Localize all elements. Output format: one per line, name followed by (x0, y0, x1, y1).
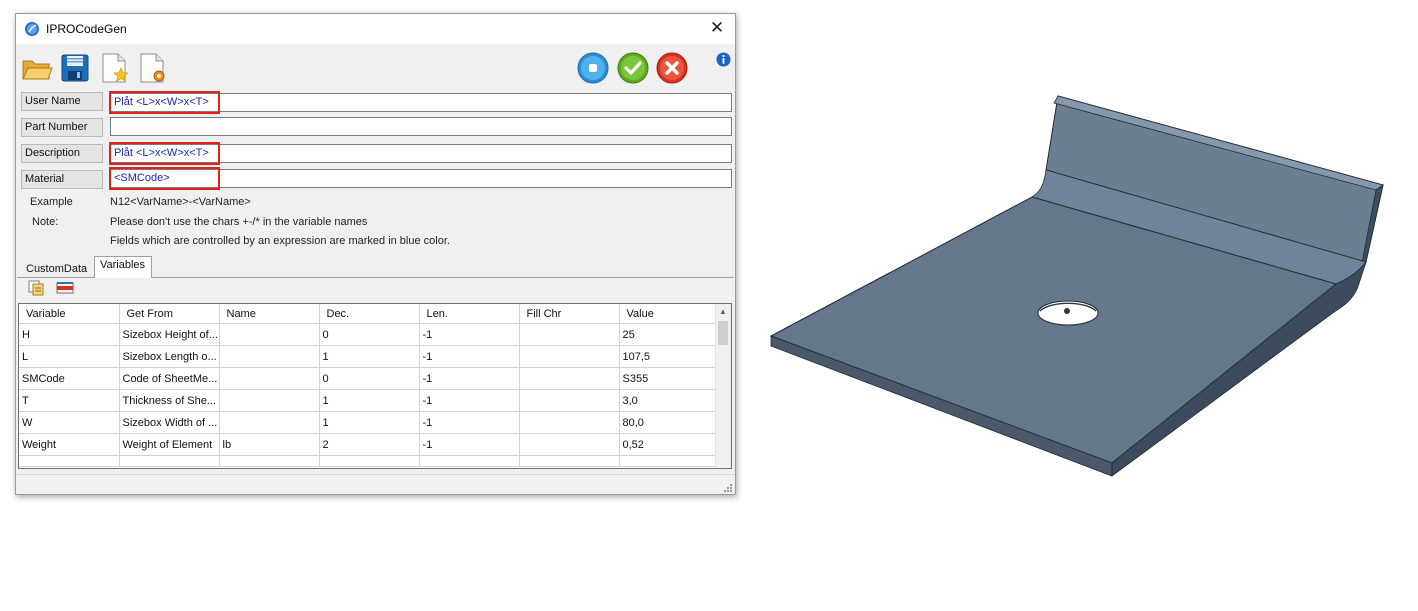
table-row[interactable]: T Thickness of She... 1 -1 3,0 (19, 389, 717, 412)
sheet-metal-part-3d-view (769, 95, 1384, 477)
table-cell[interactable] (219, 411, 320, 434)
table-row[interactable]: W Sizebox Width of ... 1 -1 80,0 (19, 411, 717, 434)
example-value: N12<VarName>-<VarName> (110, 196, 251, 208)
variables-grid: Variable Get From Name Dec. Len. Fill Ch… (18, 303, 732, 469)
table-cell[interactable] (219, 389, 320, 412)
table-cell[interactable]: 107,5 (619, 345, 717, 368)
table-cell[interactable] (519, 433, 620, 456)
table-cell[interactable]: 80,0 (619, 411, 717, 434)
table-cell[interactable] (519, 411, 620, 434)
table-cell[interactable]: Weight of Element (119, 433, 220, 456)
note-label: Note: (32, 216, 59, 228)
table-cell[interactable]: Weight (19, 433, 120, 456)
table-row[interactable]: Weight Weight of Element lb 2 -1 0,52 (19, 433, 717, 456)
table-cell[interactable]: -1 (419, 433, 520, 456)
table-cell[interactable] (219, 345, 320, 368)
description-input[interactable]: Plåt <L>x<W>x<T> (110, 144, 732, 163)
delete-row-icon[interactable] (56, 279, 74, 297)
user-name-input[interactable]: Plåt <L>x<W>x<T> (110, 93, 732, 112)
material-input[interactable]: <SMCode> (110, 169, 732, 188)
part-number-label: Part Number (21, 118, 103, 137)
note-text-2: Fields which are controlled by an expres… (110, 235, 450, 247)
table-cell[interactable]: Thickness of She... (119, 389, 220, 412)
table-cell[interactable] (519, 345, 620, 368)
table-cell[interactable]: 1 (319, 411, 420, 434)
grid-scrollbar[interactable]: ▲ (715, 304, 731, 468)
save-disk-icon[interactable] (59, 52, 91, 84)
table-cell[interactable]: 2 (319, 433, 420, 456)
column-header[interactable]: Len. (419, 304, 520, 324)
column-header[interactable]: Value (619, 304, 717, 324)
window-title: IPROCodeGen (46, 22, 127, 36)
scroll-up-icon[interactable]: ▲ (719, 307, 727, 316)
table-cell[interactable] (219, 367, 320, 390)
note-text-1: Please don't use the chars +-/* in the v… (110, 216, 368, 228)
table-cell[interactable]: 0 (319, 367, 420, 390)
reset-circle-icon[interactable] (577, 52, 609, 84)
status-bar (16, 474, 735, 495)
table-cell[interactable]: 1 (319, 345, 420, 368)
part-number-input[interactable] (110, 117, 732, 136)
table-cell[interactable]: Sizebox Width of ... (119, 411, 220, 434)
close-icon[interactable]: ✕ (707, 18, 727, 38)
variables-table: Variable Get From Name Dec. Len. Fill Ch… (19, 304, 717, 467)
table-cell[interactable] (519, 389, 620, 412)
table-cell[interactable] (519, 367, 620, 390)
user-name-label: User Name (21, 92, 103, 111)
title-bar[interactable]: IPROCodeGen ✕ (16, 14, 735, 44)
tab-customdata[interactable]: CustomData (21, 260, 93, 278)
table-cell[interactable]: Sizebox Height of... (119, 323, 220, 346)
info-icon[interactable] (716, 52, 731, 67)
column-header[interactable]: Variable (19, 304, 120, 324)
table-cell[interactable]: S355 (619, 367, 717, 390)
table-cell[interactable]: 0,52 (619, 433, 717, 456)
column-header[interactable]: Get From (119, 304, 220, 324)
table-cell[interactable]: SMCode (19, 367, 120, 390)
table-cell[interactable]: -1 (419, 411, 520, 434)
column-header[interactable]: Name (219, 304, 320, 324)
table-cell[interactable]: -1 (419, 367, 520, 390)
material-label: Material (21, 170, 103, 189)
table-cell[interactable]: T (19, 389, 120, 412)
table-cell[interactable]: Code of SheetMe... (119, 367, 220, 390)
table-cell[interactable]: lb (219, 433, 320, 456)
new-document-star-icon[interactable] (99, 52, 131, 84)
table-cell[interactable]: W (19, 411, 120, 434)
table-cell[interactable]: 1 (319, 389, 420, 412)
cancel-x-icon[interactable] (656, 52, 688, 84)
table-cell[interactable]: H (19, 323, 120, 346)
confirm-check-icon[interactable] (617, 52, 649, 84)
iprocodegen-dialog: IPROCodeGen ✕ User Name Plåt <L>x<W>x<T>… (15, 13, 736, 495)
copy-rows-icon[interactable] (27, 279, 45, 297)
app-icon (25, 22, 39, 36)
table-new-row[interactable] (19, 455, 717, 467)
table-cell[interactable]: L (19, 345, 120, 368)
scroll-thumb[interactable] (718, 321, 728, 345)
tab-variables[interactable]: Variables (94, 256, 152, 278)
table-row[interactable]: SMCode Code of SheetMe... 0 -1 S355 (19, 367, 717, 390)
description-label: Description (21, 144, 103, 163)
open-folder-icon[interactable] (21, 52, 53, 84)
table-row[interactable]: L Sizebox Length o... 1 -1 107,5 (19, 345, 717, 368)
table-cell[interactable]: -1 (419, 345, 520, 368)
document-settings-icon[interactable] (137, 52, 169, 84)
table-row[interactable]: H Sizebox Height of... 0 -1 25 (19, 323, 717, 346)
table-header-row: Variable Get From Name Dec. Len. Fill Ch… (19, 304, 717, 324)
table-cell[interactable] (219, 323, 320, 346)
resize-grip-icon[interactable] (723, 483, 733, 493)
column-header[interactable]: Fill Chr (519, 304, 620, 324)
table-cell[interactable]: -1 (419, 323, 520, 346)
table-cell[interactable] (519, 323, 620, 346)
example-label: Example (30, 196, 73, 208)
column-header[interactable]: Dec. (319, 304, 420, 324)
table-cell[interactable]: 0 (319, 323, 420, 346)
table-cell[interactable]: 3,0 (619, 389, 717, 412)
table-cell[interactable]: Sizebox Length o... (119, 345, 220, 368)
table-cell[interactable]: 25 (619, 323, 717, 346)
table-cell[interactable]: -1 (419, 389, 520, 412)
